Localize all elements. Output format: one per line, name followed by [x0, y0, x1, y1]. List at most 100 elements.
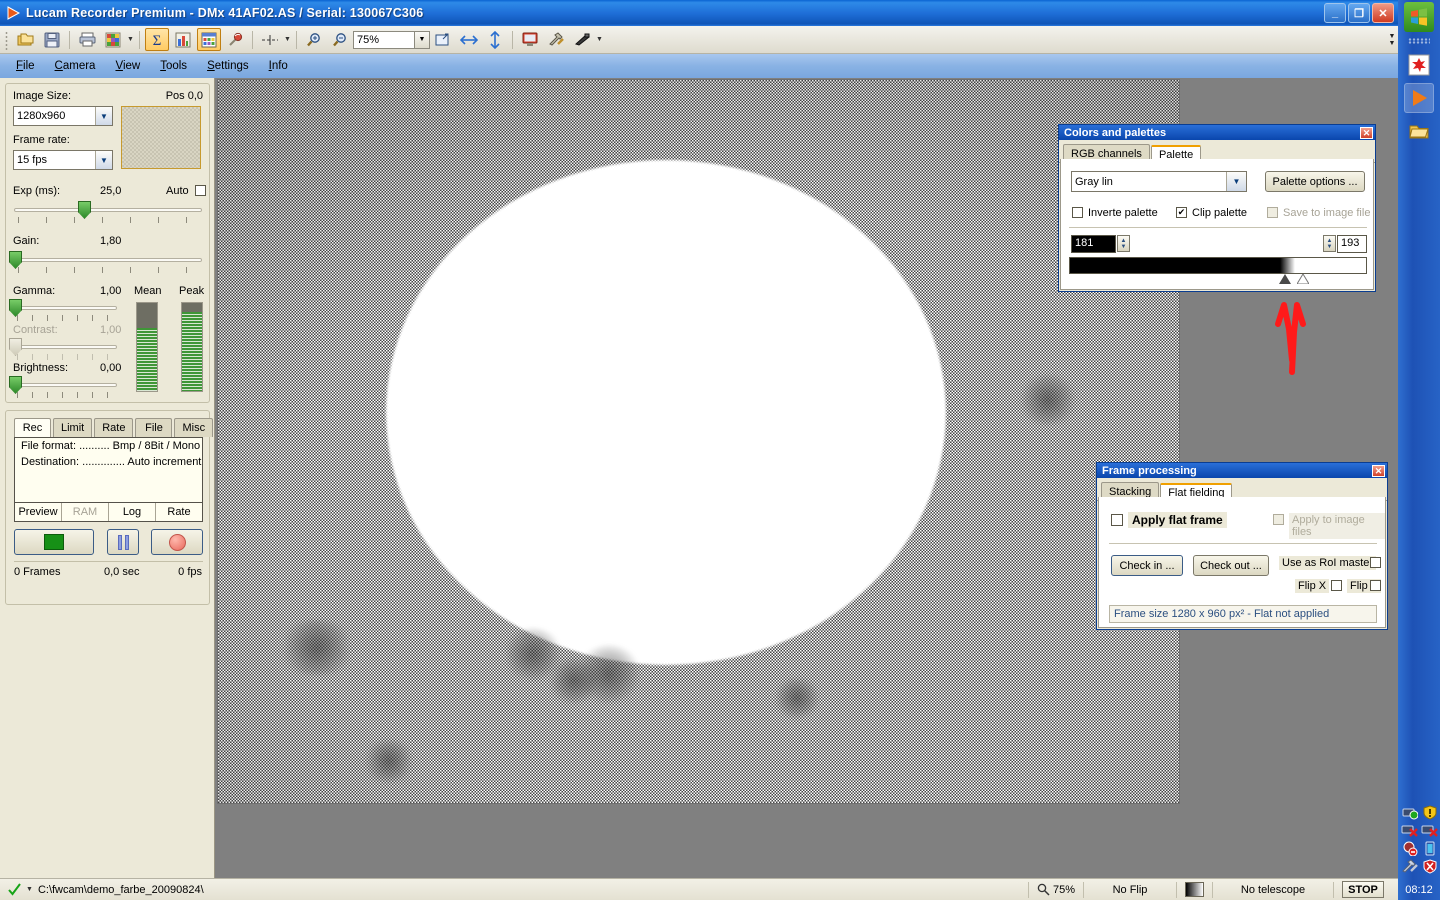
flip-horizontal-icon[interactable] — [457, 28, 481, 51]
telescope-dropdown-arrow[interactable]: ▼ — [595, 28, 604, 51]
footer-tab-log[interactable]: Log — [109, 503, 156, 521]
security-alert-icon[interactable] — [1421, 804, 1438, 820]
menu-item-camera[interactable]: Camera — [45, 57, 106, 75]
tab-rec[interactable]: Rec — [14, 418, 51, 437]
maximize-button[interactable]: ❐ — [1348, 3, 1370, 23]
frame-dialog-close-button[interactable]: ✕ — [1372, 464, 1385, 477]
second-network-disconnected-icon[interactable] — [1421, 822, 1438, 838]
tab-rate[interactable]: Rate — [94, 418, 134, 437]
path-dropdown-arrow[interactable]: ▼ — [26, 886, 33, 893]
telescope-icon[interactable] — [570, 28, 594, 51]
image-viewport[interactable]: Colors and palettes ✕ RGB channels Palet… — [216, 78, 1398, 878]
frame-rate-select[interactable]: 15 fps ▼ — [13, 150, 113, 170]
stop-button-cell[interactable]: STOP — [1334, 881, 1392, 899]
pause-button[interactable] — [107, 529, 139, 555]
close-button[interactable]: ✕ — [1372, 3, 1394, 23]
toolbar-grip[interactable] — [3, 29, 10, 50]
explorer-folder-icon[interactable] — [1404, 116, 1434, 146]
taskbar-grip[interactable] — [1398, 35, 1440, 47]
minimize-button[interactable]: _ — [1324, 3, 1346, 23]
gain-slider-track[interactable] — [14, 258, 202, 262]
menu-item-settings[interactable]: Settings — [197, 57, 259, 75]
frame-dialog-title-bar[interactable]: Frame processing ✕ — [1097, 463, 1387, 478]
battery-icon[interactable] — [1421, 840, 1438, 856]
roi-preview-thumbnail[interactable] — [121, 106, 201, 169]
color-grid-dropdown-arrow[interactable]: ▼ — [126, 28, 135, 51]
palette-low-marker[interactable] — [1279, 274, 1291, 284]
tools-icon[interactable] — [544, 28, 568, 51]
fit-window-icon[interactable] — [431, 28, 455, 51]
app-red-icon[interactable] — [1404, 50, 1434, 80]
open-folder-icon[interactable] — [14, 28, 38, 51]
antivirus-alert-icon[interactable] — [1421, 858, 1438, 874]
crosshair-icon[interactable] — [258, 28, 282, 51]
palette-select[interactable]: Gray lin ▼ — [1071, 171, 1247, 192]
tab-file[interactable]: File — [135, 418, 173, 437]
crosshair-dropdown-arrow[interactable]: ▼ — [283, 28, 292, 51]
flip-vertical-icon[interactable] — [483, 28, 507, 51]
check-in-button[interactable]: Check in ... — [1111, 555, 1183, 576]
zoom-level-dropdown-arrow[interactable]: ▼ — [415, 30, 430, 49]
roi-master-checkbox[interactable] — [1370, 557, 1381, 568]
chevron-down-icon[interactable]: ▼ — [1226, 172, 1246, 191]
footer-tab-preview[interactable]: Preview — [15, 503, 62, 521]
zoom-in-icon[interactable] — [302, 28, 326, 51]
menu-item-view[interactable]: View — [105, 57, 150, 75]
palette-low-input[interactable]: 181 — [1071, 235, 1116, 253]
brightness-slider-track[interactable] — [14, 383, 117, 387]
palette-options-button[interactable]: Palette options ... — [1265, 171, 1365, 192]
frame-processing-dialog[interactable]: Frame processing ✕ Stacking Flat fieldin… — [1096, 462, 1388, 630]
save-icon[interactable] — [40, 28, 64, 51]
palette-high-input[interactable]: 193 — [1337, 235, 1367, 253]
flip-x-checkbox[interactable] — [1331, 580, 1342, 591]
histogram-icon[interactable] — [171, 28, 195, 51]
path-status-cell[interactable]: ▼ C:\fwcam\demo_farbe_20090824\ — [0, 881, 212, 899]
color-grid-icon[interactable] — [101, 28, 125, 51]
apply-flat-frame-checkbox[interactable] — [1111, 514, 1123, 526]
window-title-bar[interactable]: Lucam Recorder Premium - DMx 41AF02.AS /… — [0, 0, 1398, 26]
preview-start-button[interactable] — [14, 529, 94, 555]
chevron-down-icon[interactable]: ▼ — [95, 107, 112, 125]
media-player-icon[interactable] — [1404, 83, 1434, 113]
save-to-image-file-label: Save to image file — [1283, 207, 1371, 219]
record-button[interactable] — [151, 529, 203, 555]
menu-item-file[interactable]: File — [6, 57, 45, 75]
monitor-icon[interactable] — [518, 28, 542, 51]
print-icon[interactable] — [75, 28, 99, 51]
solar-image-canvas[interactable] — [217, 79, 1180, 804]
palette-low-spinner[interactable]: ▲ ▼ — [1117, 235, 1130, 252]
audio-muted-icon[interactable] — [1401, 840, 1418, 856]
invert-palette-checkbox[interactable] — [1072, 207, 1083, 218]
clip-palette-checkbox[interactable]: ✔ — [1176, 207, 1187, 218]
footer-tab-rate[interactable]: Rate — [156, 503, 202, 521]
zoom-out-icon[interactable] — [328, 28, 352, 51]
palette-table-icon[interactable] — [197, 28, 221, 51]
tab-misc[interactable]: Misc — [174, 418, 214, 437]
image-size-select[interactable]: 1280x960 ▼ — [13, 106, 113, 126]
gamma-slider-track[interactable] — [14, 306, 117, 310]
auto-exposure-checkbox[interactable] — [195, 185, 206, 196]
colors-dialog-title-bar[interactable]: Colors and palettes ✕ — [1059, 125, 1375, 140]
stop-button[interactable]: STOP — [1342, 881, 1384, 898]
start-button[interactable] — [1404, 2, 1434, 32]
chevron-down-icon[interactable]: ▼ — [95, 151, 112, 169]
menu-item-info[interactable]: Info — [259, 57, 298, 75]
network-shield-icon[interactable] — [1401, 804, 1418, 820]
repair-tools-icon[interactable] — [1401, 858, 1418, 874]
colors-and-palettes-dialog[interactable]: Colors and palettes ✕ RGB channels Palet… — [1058, 124, 1376, 292]
exposure-slider-track[interactable] — [14, 208, 202, 212]
network-disconnected-icon[interactable] — [1401, 822, 1418, 838]
eyedropper-icon[interactable] — [223, 28, 247, 51]
tab-limit[interactable]: Limit — [53, 418, 93, 437]
flip-y-checkbox[interactable] — [1370, 580, 1381, 591]
zoom-status-cell[interactable]: 75% — [1029, 881, 1083, 899]
sigma-sum-icon[interactable]: Σ — [145, 28, 169, 51]
colors-dialog-close-button[interactable]: ✕ — [1360, 126, 1373, 139]
check-out-button[interactable]: Check out ... — [1193, 555, 1269, 576]
toolbar-overflow-button[interactable]: ▼ ▼ — [1386, 28, 1398, 52]
zoom-level-input[interactable]: 75% — [353, 30, 415, 49]
palette-high-marker[interactable] — [1297, 274, 1309, 284]
palette-gradient-bar[interactable] — [1069, 257, 1367, 274]
palette-high-spinner[interactable]: ▲ ▼ — [1323, 235, 1336, 252]
menu-item-tools[interactable]: Tools — [150, 57, 197, 75]
